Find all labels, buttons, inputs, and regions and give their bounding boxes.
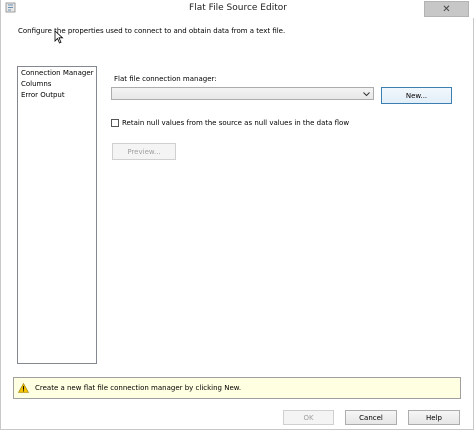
new-connection-button[interactable]: New... bbox=[381, 87, 452, 104]
nav-item-error-output[interactable]: Error Output bbox=[20, 90, 94, 101]
close-icon: ✕ bbox=[442, 3, 451, 15]
title-bar[interactable]: Flat File Source Editor ✕ bbox=[1, 0, 474, 18]
retain-nulls-label: Retain null values from the source as nu… bbox=[122, 119, 350, 127]
connection-manager-dropdown[interactable] bbox=[111, 87, 374, 100]
close-button[interactable]: ✕ bbox=[424, 1, 469, 17]
window-title: Flat File Source Editor bbox=[189, 3, 287, 13]
warning-icon bbox=[18, 383, 29, 393]
info-message-bar: Create a new flat file connection manage… bbox=[13, 377, 461, 399]
nav-item-columns[interactable]: Columns bbox=[20, 79, 94, 90]
info-message-text: Create a new flat file connection manage… bbox=[35, 384, 242, 392]
help-button[interactable]: Help bbox=[408, 410, 460, 425]
connection-manager-label: Flat file connection manager: bbox=[114, 75, 217, 83]
preview-button[interactable]: Preview... bbox=[112, 143, 176, 160]
dialog-window: Flat File Source Editor ✕ Configure the … bbox=[0, 0, 474, 430]
page-navigation-list: Connection Manager Columns Error Output bbox=[17, 66, 97, 364]
retain-nulls-checkbox[interactable] bbox=[111, 119, 119, 127]
chevron-down-icon bbox=[363, 92, 370, 97]
nav-item-connection-manager[interactable]: Connection Manager bbox=[20, 68, 94, 79]
cancel-button[interactable]: Cancel bbox=[345, 410, 397, 425]
ok-button[interactable]: OK bbox=[283, 410, 334, 425]
mouse-cursor-icon bbox=[54, 30, 64, 44]
